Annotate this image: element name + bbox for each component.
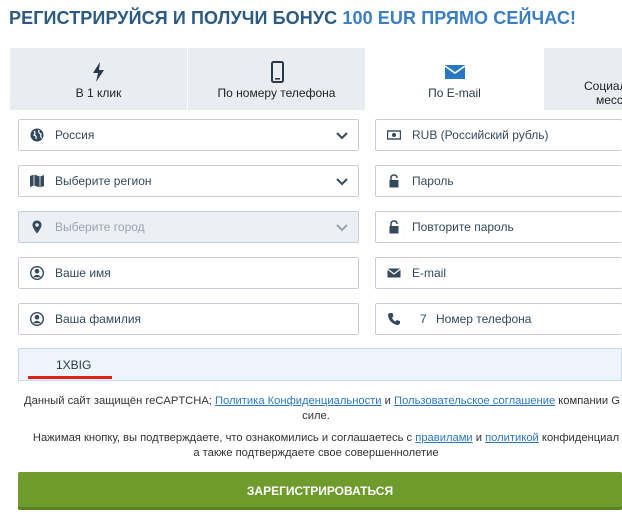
lock-icon: [387, 174, 401, 188]
register-button[interactable]: ЗАРЕГИСТРИРОВАТЬСЯ: [18, 472, 622, 510]
phone-placeholder: Номер телефона: [436, 312, 532, 326]
phone-icon: [387, 312, 401, 326]
city-placeholder: Выберите город: [55, 220, 145, 234]
registration-form: Россия Выберите регион Выберите город Ва…: [10, 110, 622, 522]
agreement-text: Нажимая кнопку, вы подтверждаете, что оз…: [32, 432, 413, 444]
password-repeat-input[interactable]: Повторите пароль: [375, 211, 622, 243]
envelope-icon: [366, 61, 543, 83]
tab-email[interactable]: По E-mail: [366, 48, 544, 110]
title-bonus: 100 EUR ПРЯМО СЕЙЧАС!: [342, 8, 577, 28]
chevron-down-icon: [336, 176, 348, 186]
tab-label: По номеру телефона: [217, 86, 336, 100]
money-icon: [386, 128, 402, 142]
page-title: РЕГИСТРИРУЙСЯ И ПОЛУЧИ БОНУС 100 EUR ПРЯ…: [9, 8, 622, 34]
rules-link[interactable]: правилами: [415, 432, 472, 444]
lock-icon: [387, 220, 401, 234]
region-placeholder: Выберите регион: [55, 174, 152, 188]
map-icon: [30, 174, 44, 188]
phone-icon: [188, 61, 365, 83]
agreement-text-line2: а также подтверждаете свое совершеннолет…: [193, 447, 439, 459]
password-repeat-placeholder: Повторите пароль: [412, 220, 514, 234]
tab-label: Социалмесс: [584, 79, 622, 107]
currency-value: RUB (Российский рубль): [412, 128, 549, 142]
registration-panel: В 1 клик По номеру телефона По E-mail Со…: [10, 48, 622, 522]
recaptcha-text: Данный сайт защищён reCAPTCHA;: [24, 395, 212, 407]
chevron-down-icon: [336, 222, 348, 232]
country-select[interactable]: Россия: [18, 119, 359, 151]
lightning-icon: [10, 61, 187, 83]
phone-input[interactable]: 7 Номер телефона: [375, 303, 622, 335]
agreement-text-cut: конфиденциал: [541, 432, 620, 444]
email-input[interactable]: E-mail: [375, 257, 622, 289]
password-input[interactable]: Пароль: [375, 165, 622, 197]
recaptcha-text-end: силе.: [302, 410, 330, 422]
map-pin-icon: [30, 220, 44, 234]
region-select[interactable]: Выберите регион: [18, 165, 359, 197]
tab-label: По E-mail: [428, 86, 481, 100]
password-placeholder: Пароль: [412, 174, 454, 188]
tab-social[interactable]: Социалмесс: [544, 48, 622, 110]
first-name-placeholder: Ваше имя: [55, 266, 111, 280]
last-name-input[interactable]: Ваша фамилия: [18, 303, 359, 335]
promo-code-value: 1XBIG: [56, 358, 92, 372]
tab-one-click[interactable]: В 1 клик: [10, 48, 188, 110]
policy-link[interactable]: политикой: [485, 432, 539, 444]
promo-highlight-underline: [28, 376, 112, 379]
currency-select[interactable]: RUB (Российский рубль): [375, 119, 622, 151]
country-value: Россия: [55, 128, 95, 142]
last-name-placeholder: Ваша фамилия: [55, 312, 142, 326]
email-placeholder: E-mail: [412, 266, 447, 280]
and-text: и: [475, 432, 483, 444]
agreement-notice: Нажимая кнопку, вы подтверждаете, что оз…: [10, 431, 622, 461]
chevron-down-icon: [336, 130, 348, 140]
first-name-input[interactable]: Ваше имя: [18, 257, 359, 289]
tab-label: В 1 клик: [75, 86, 122, 100]
recaptcha-notice: Данный сайт защищён reCAPTCHA; Политика …: [10, 394, 622, 424]
city-select[interactable]: Выберите город: [18, 211, 359, 243]
globe-icon: [30, 128, 44, 142]
terms-link[interactable]: Пользовательское соглашение: [394, 395, 555, 407]
user-icon: [29, 311, 45, 327]
and-text: и: [384, 395, 391, 407]
phone-code: 7: [420, 312, 427, 326]
user-icon: [29, 265, 45, 281]
envelope-icon: [387, 266, 401, 280]
recaptcha-company-text: компании G: [558, 395, 620, 407]
tab-phone[interactable]: По номеру телефона: [188, 48, 366, 110]
privacy-policy-link[interactable]: Политика Конфиденциальности: [215, 395, 382, 407]
title-main: РЕГИСТРИРУЙСЯ И ПОЛУЧИ БОНУС: [9, 8, 338, 28]
